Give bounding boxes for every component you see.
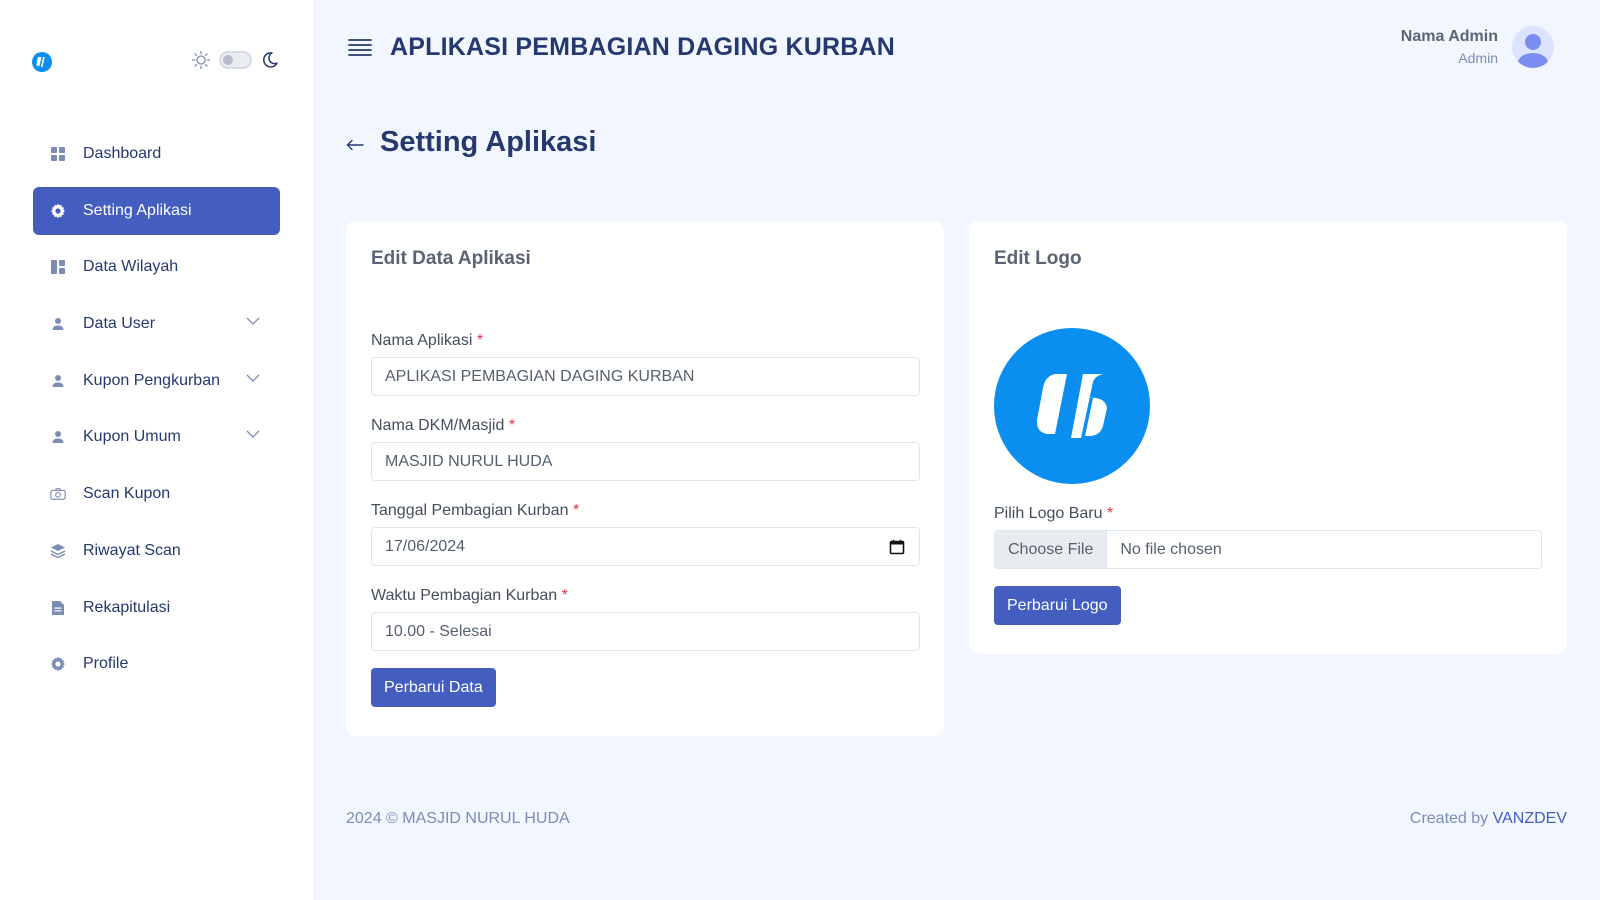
user-role: Admin	[1458, 50, 1498, 66]
sidebar-item-label: Data User	[83, 315, 156, 333]
sidebar-item-label: Profile	[83, 655, 129, 673]
theme-toggle-switch[interactable]	[219, 51, 252, 69]
sun-icon	[191, 50, 211, 70]
sidebar-item-setting-aplikasi[interactable]: Setting Aplikasi	[33, 186, 280, 235]
topbar: APLIKASI PEMBAGIAN DAGING KURBAN Nama Ad…	[313, 0, 1600, 100]
sidebar-menu: Dashboard Setting Aplikasi Data Wilayah …	[33, 130, 280, 697]
app-title: APLIKASI PEMBAGIAN DAGING KURBAN	[390, 33, 896, 61]
user-avatar-icon	[1518, 34, 1548, 68]
nama-aplikasi-input[interactable]: APLIKASI PEMBAGIAN DAGING KURBAN	[371, 357, 920, 396]
card-title: Edit Data Aplikasi	[371, 248, 531, 269]
tanggal-date-input[interactable]: 17/06/2024	[371, 527, 920, 566]
edit-data-card: Edit Data Aplikasi Nama Aplikasi * APLIK…	[346, 221, 944, 736]
sidebar-item-label: Dashboard	[83, 145, 162, 162]
camera-icon	[50, 486, 66, 502]
sidebar-item-label: Data Wilayah	[83, 258, 179, 276]
avatar[interactable]	[1512, 26, 1554, 68]
choose-file-button[interactable]: Choose File	[995, 531, 1108, 568]
nama-aplikasi-label: Nama Aplikasi *	[371, 332, 484, 349]
edit-logo-card: Edit Logo Pilih Logo Baru * Choose File …	[969, 221, 1567, 654]
sidebar-item-riwayat-scan[interactable]: Riwayat Scan	[33, 527, 280, 575]
sidebar-item-label: Riwayat Scan	[83, 541, 181, 559]
person-icon	[50, 429, 66, 445]
file-status-text: No file chosen	[1120, 540, 1222, 558]
nama-dkm-label: Nama DKM/Masjid *	[371, 417, 516, 434]
perbarui-data-button[interactable]: Perbarui Data	[371, 668, 496, 707]
sidebar-item-dashboard[interactable]: Dashboard	[33, 130, 280, 178]
waktu-input[interactable]: 10.00 - Selesai	[371, 612, 920, 651]
person-icon	[50, 373, 66, 389]
sidebar-item-profile[interactable]: Profile	[33, 640, 280, 688]
created-by-text: Created by	[1409, 810, 1489, 827]
footer-copyright: 2024 © MASJID NURUL HUDA	[346, 810, 570, 827]
moon-icon	[262, 52, 278, 68]
layout-icon	[50, 259, 66, 275]
card-title: Edit Logo	[994, 248, 1082, 269]
sidebar-item-rekapitulasi[interactable]: Rekapitulasi	[33, 584, 280, 632]
sidebar-item-scan-kupon[interactable]: Scan Kupon	[33, 470, 280, 518]
perbarui-logo-button[interactable]: Perbarui Logo	[994, 586, 1121, 625]
sidebar-item-label: Setting Aplikasi	[83, 201, 192, 219]
brand-logo-icon[interactable]	[32, 52, 52, 72]
gear-icon	[50, 656, 66, 672]
sidebar: Dashboard Setting Aplikasi Data Wilayah …	[0, 0, 313, 900]
gear-icon	[50, 203, 66, 219]
sidebar-item-label: Kupon Umum	[83, 428, 181, 446]
page-heading: Setting Aplikasi	[346, 126, 596, 159]
waktu-label: Waktu Pembagian Kurban *	[371, 587, 568, 604]
sidebar-item-label: Scan Kupon	[83, 485, 171, 503]
user-menu[interactable]: Nama Admin Admin	[1401, 26, 1554, 68]
user-info: Nama Admin Admin	[1401, 28, 1498, 66]
grid-icon	[50, 146, 66, 162]
sidebar-item-kupon-pengkurban[interactable]: Kupon Pengkurban	[33, 357, 280, 405]
sidebar-header	[32, 48, 280, 76]
theme-toggle	[191, 50, 280, 70]
author-link[interactable]: VANZDEV	[1493, 810, 1567, 827]
toggle-knob	[223, 55, 233, 65]
sidebar-item-data-user[interactable]: Data User	[33, 300, 280, 348]
tanggal-label: Tanggal Pembagian Kurban *	[371, 502, 580, 519]
hamburger-menu-icon[interactable]	[348, 38, 372, 56]
user-name: Nama Admin	[1400, 28, 1498, 45]
sidebar-item-kupon-umum[interactable]: Kupon Umum	[33, 413, 280, 461]
sidebar-item-data-wilayah[interactable]: Data Wilayah	[33, 243, 280, 291]
person-icon	[50, 316, 66, 332]
sidebar-item-label: Kupon Pengkurban	[83, 371, 220, 389]
nama-dkm-input[interactable]: MASJID NURUL HUDA	[371, 442, 920, 481]
sidebar-item-label: Rekapitulasi	[83, 598, 171, 616]
pilih-logo-label: Pilih Logo Baru *	[994, 505, 1114, 522]
page-title: Setting Aplikasi	[380, 126, 597, 158]
calendar-icon[interactable]	[889, 539, 905, 555]
chevron-down-icon	[246, 430, 260, 439]
layers-icon	[50, 543, 66, 559]
back-arrow-icon[interactable]	[346, 139, 364, 151]
footer-credit: Created by VANZDEV	[1410, 810, 1567, 828]
app-logo-preview-icon	[994, 328, 1150, 484]
chevron-down-icon	[246, 317, 260, 325]
logo-file-input[interactable]: Choose File No file chosen	[994, 530, 1542, 569]
chevron-down-icon	[246, 374, 260, 382]
file-icon	[50, 600, 66, 616]
